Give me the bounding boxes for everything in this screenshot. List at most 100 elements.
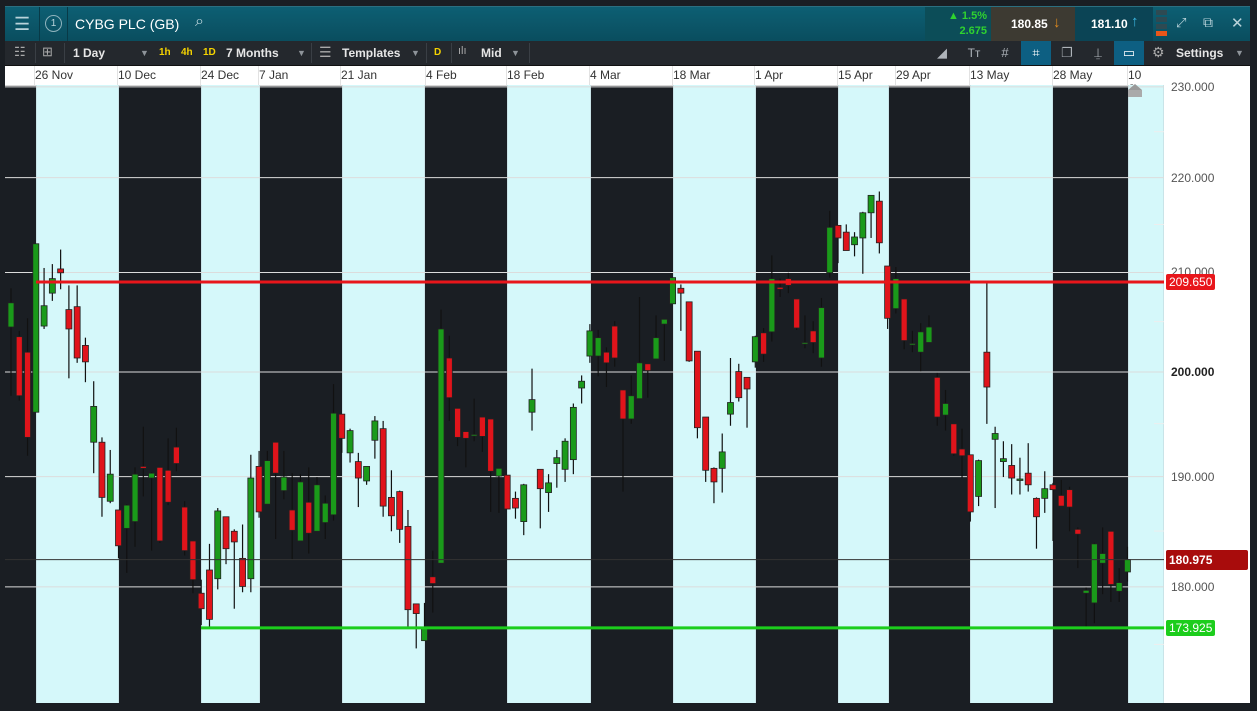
candlestick-chart[interactable] [5, 85, 1164, 703]
candle-body [57, 268, 65, 274]
candle-body [768, 278, 776, 333]
price-label-icon[interactable]: ▭ [1114, 41, 1144, 65]
candle-up [627, 375, 635, 424]
candlestick-icon[interactable]: ılı [458, 45, 467, 57]
chevron-down-icon[interactable]: ▼ [1235, 48, 1244, 58]
interval-1d[interactable]: 1D [203, 47, 216, 58]
candle-body [809, 330, 817, 343]
candle-body [40, 305, 48, 327]
grid-icon[interactable]: # [990, 41, 1020, 65]
candle-body [942, 403, 949, 416]
chevron-down-icon[interactable]: ▼ [297, 48, 306, 58]
candle-up [495, 467, 503, 513]
candle-body [1124, 559, 1131, 573]
candle-body [288, 509, 296, 531]
buy-button[interactable]: 181.10 ↑ [1075, 7, 1153, 42]
templates-button[interactable]: Templates [342, 46, 400, 60]
candle-body [685, 301, 693, 362]
candle-up [32, 243, 40, 413]
candle-body [743, 376, 751, 390]
interval-select[interactable]: 1 Day [73, 46, 105, 60]
candle-down [487, 418, 495, 512]
candle-down [760, 327, 767, 362]
templates-icon[interactable]: ☰ [319, 44, 332, 61]
candle-down [900, 298, 908, 350]
candle-body [867, 194, 875, 214]
date-tick-label: 13 May [970, 68, 1010, 82]
date-tick-label: 1 Apr [755, 68, 784, 82]
candle-body [851, 236, 858, 246]
instrument-title[interactable]: CYBG PLC (GB) [75, 16, 179, 32]
price-tick-label: 200.000 [1171, 365, 1215, 379]
search-icon[interactable]: ⌕ [195, 13, 204, 31]
close-icon[interactable]: ✕ [1231, 14, 1244, 32]
layout-icon[interactable]: ⊞ [42, 44, 53, 60]
candle-body [487, 418, 495, 472]
candle-body [214, 510, 222, 580]
candle-body [90, 405, 98, 443]
candle-body [313, 484, 321, 532]
price-type-select[interactable]: Mid [481, 46, 502, 60]
crosshair-grid-icon[interactable]: ⌗ [1021, 41, 1051, 65]
panel-number-icon[interactable]: 1 [45, 15, 62, 32]
candle-down [1066, 486, 1073, 532]
settings-button[interactable]: Settings [1176, 46, 1223, 60]
candle-body [255, 466, 263, 513]
d-button[interactable]: D [434, 47, 441, 58]
interval-1h[interactable]: 1h [159, 47, 171, 58]
candle-body [793, 298, 801, 329]
price-axis [1164, 66, 1250, 703]
candle-up [131, 467, 139, 547]
candle-body [7, 302, 15, 328]
candle-up [1115, 568, 1123, 602]
candle-body [1099, 553, 1107, 564]
candle-up [7, 288, 15, 396]
support-price-badge: 173.925 [1166, 619, 1216, 636]
sell-button[interactable]: 180.85 ↓ [991, 7, 1075, 42]
candle-down [1057, 479, 1065, 507]
list-icon[interactable]: ☷ [14, 44, 26, 60]
price-tick-label: 180.000 [1171, 579, 1215, 594]
candle-body [263, 460, 271, 505]
candle-down [379, 420, 387, 517]
candle-body [1008, 465, 1016, 479]
candle-up [148, 472, 155, 551]
candle-down [503, 474, 511, 510]
candle-up [909, 330, 916, 353]
candle-body [454, 407, 461, 438]
popout-icon[interactable]: ⧉ [1203, 14, 1213, 31]
candle-up [917, 323, 925, 372]
latest-marker-base [1128, 90, 1142, 97]
gear-icon[interactable]: ⚙ [1152, 44, 1165, 61]
candle-body [230, 530, 238, 543]
candle-up [801, 315, 809, 349]
marker-icon[interactable]: ⍊ [1083, 41, 1113, 65]
candle-body [65, 309, 73, 330]
interval-4h[interactable]: 4h [181, 47, 193, 58]
candle-body [950, 423, 958, 455]
candle-down [685, 301, 693, 362]
candle-down [603, 347, 610, 388]
candle-body [1090, 543, 1098, 604]
candle-down [462, 431, 470, 468]
instrument-header: ☰ 1 CYBG PLC (GB) ⌕ ▲ 1.5% 2.675 180.85 … [5, 6, 1250, 42]
hamburger-menu-icon[interactable]: ☰ [14, 14, 30, 35]
price-tick-label: 230.000 [1171, 79, 1215, 94]
candle-body [1082, 589, 1090, 594]
candle-body [966, 454, 974, 513]
drawing-tool-icon[interactable]: ◢ [927, 41, 957, 65]
chevron-down-icon[interactable]: ▼ [140, 48, 149, 58]
candle-body [495, 467, 503, 477]
date-tick-label: 26 Nov [35, 68, 74, 82]
text-tool-icon[interactable]: Tт [959, 41, 989, 65]
candle-body [206, 569, 213, 620]
layers-icon[interactable]: ❐ [1052, 41, 1082, 65]
date-tick-label: 7 Jan [259, 68, 289, 82]
chevron-down-icon[interactable]: ▼ [411, 48, 420, 58]
candle-body [735, 371, 743, 399]
candle-body [297, 481, 304, 542]
range-select[interactable]: 7 Months [226, 46, 279, 60]
date-tick-label: 4 Feb [426, 68, 457, 82]
expand-icon[interactable]: ⤢ [1176, 15, 1186, 31]
chevron-down-icon[interactable]: ▼ [511, 48, 520, 58]
